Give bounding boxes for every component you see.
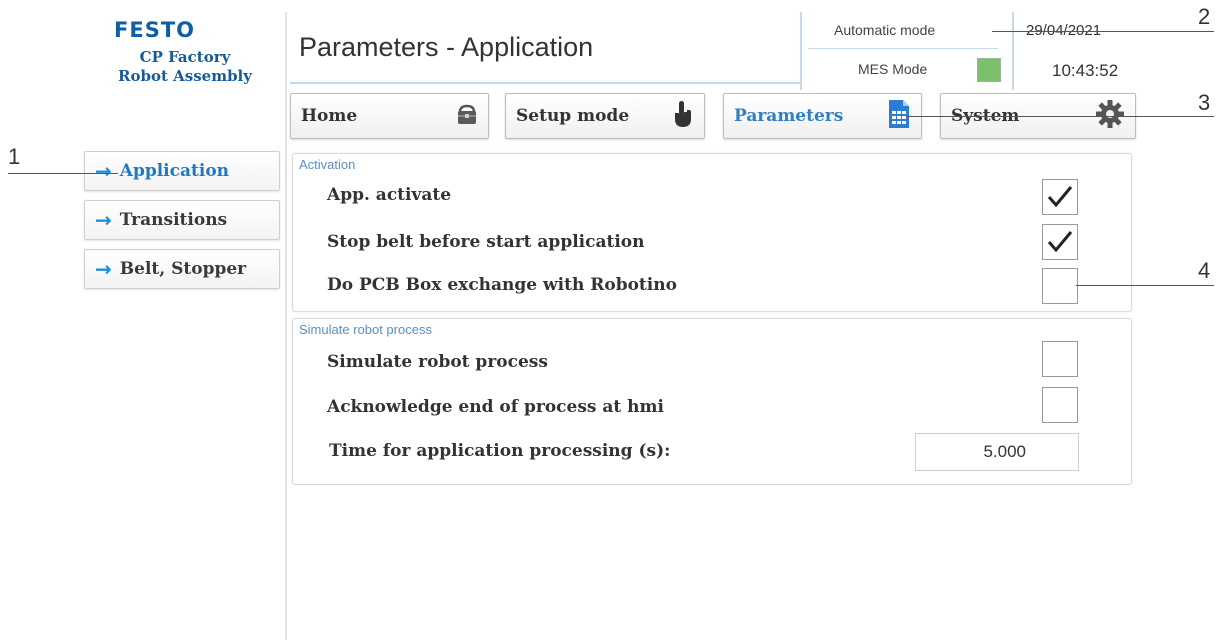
nav-home-button[interactable]: Home — [290, 93, 489, 139]
title-underline — [290, 82, 802, 84]
nav-parameters-button[interactable]: Parameters — [723, 93, 922, 139]
station-name-line1: CP Factory — [139, 48, 231, 66]
acknowledge-end-label: Acknowledge end of process at hmi — [327, 397, 664, 417]
status-divider — [808, 48, 998, 49]
nav-setup-mode-label: Setup mode — [516, 106, 630, 126]
column-divider — [285, 12, 287, 640]
simulate-robot-label: Simulate robot process — [327, 352, 548, 372]
sidebar-item-application[interactable]: → Application — [84, 151, 280, 191]
station-name-line2: Robot Assembly — [118, 67, 252, 85]
app-activate-label: App. activate — [327, 185, 452, 205]
pcb-box-exchange-checkbox[interactable] — [1042, 268, 1078, 304]
simulate-legend: Simulate robot process — [299, 322, 432, 337]
brand-block: FESTO CP Factory Robot Assembly — [86, 18, 284, 86]
sidebar-item-label: Application — [119, 161, 230, 181]
activation-panel: Activation App. activate Stop belt befor… — [292, 153, 1132, 312]
sidebar-item-label: Belt, Stopper — [119, 259, 247, 279]
hand-pointer-icon — [672, 100, 694, 133]
arrow-right-icon: → — [95, 159, 112, 183]
callout-line-2 — [992, 31, 1214, 32]
nav-setup-mode-button[interactable]: Setup mode — [505, 93, 705, 139]
callout-line-3 — [906, 116, 1214, 117]
nav-home-label: Home — [301, 106, 358, 126]
activation-legend: Activation — [299, 157, 356, 172]
callout-number-1: 1 — [8, 144, 21, 169]
sidebar-item-transitions[interactable]: → Transitions — [84, 200, 280, 240]
stop-belt-checkbox[interactable] — [1042, 224, 1078, 260]
acknowledge-end-checkbox[interactable] — [1042, 387, 1078, 423]
sidebar-item-belt-stopper[interactable]: → Belt, Stopper — [84, 249, 280, 289]
festo-logo: FESTO — [114, 18, 195, 42]
simulate-robot-checkbox[interactable] — [1042, 341, 1078, 377]
mes-mode-label: MES Mode — [858, 61, 928, 77]
time-display: 10:43:52 — [1052, 61, 1119, 80]
callout-number-3: 3 — [1198, 90, 1211, 115]
processing-time-input[interactable]: 5.000 — [915, 433, 1079, 471]
sidebar-item-label: Transitions — [119, 210, 228, 230]
nav-parameters-label: Parameters — [734, 106, 844, 126]
callout-line-4 — [1076, 285, 1214, 286]
page-title: Parameters - Application — [299, 32, 594, 62]
simulate-panel: Simulate robot process Simulate robot pr… — [292, 318, 1132, 485]
checkmark-icon — [1047, 231, 1073, 253]
stop-belt-label: Stop belt before start application — [327, 232, 645, 252]
checkmark-icon — [1047, 186, 1073, 208]
mes-mode-indicator — [977, 58, 1001, 82]
arrow-right-icon: → — [95, 208, 112, 232]
arrow-right-icon: → — [95, 257, 112, 281]
callout-number-4: 4 — [1198, 258, 1211, 283]
app-activate-checkbox[interactable] — [1042, 179, 1078, 215]
processing-time-label: Time for application processing (s): — [329, 441, 671, 461]
lock-box-icon — [456, 103, 478, 130]
callout-number-2: 2 — [1198, 4, 1211, 29]
automatic-mode-label: Automatic mode — [834, 22, 936, 38]
callout-line-1 — [8, 173, 118, 174]
pcb-box-exchange-label: Do PCB Box exchange with Robotino — [327, 275, 677, 295]
